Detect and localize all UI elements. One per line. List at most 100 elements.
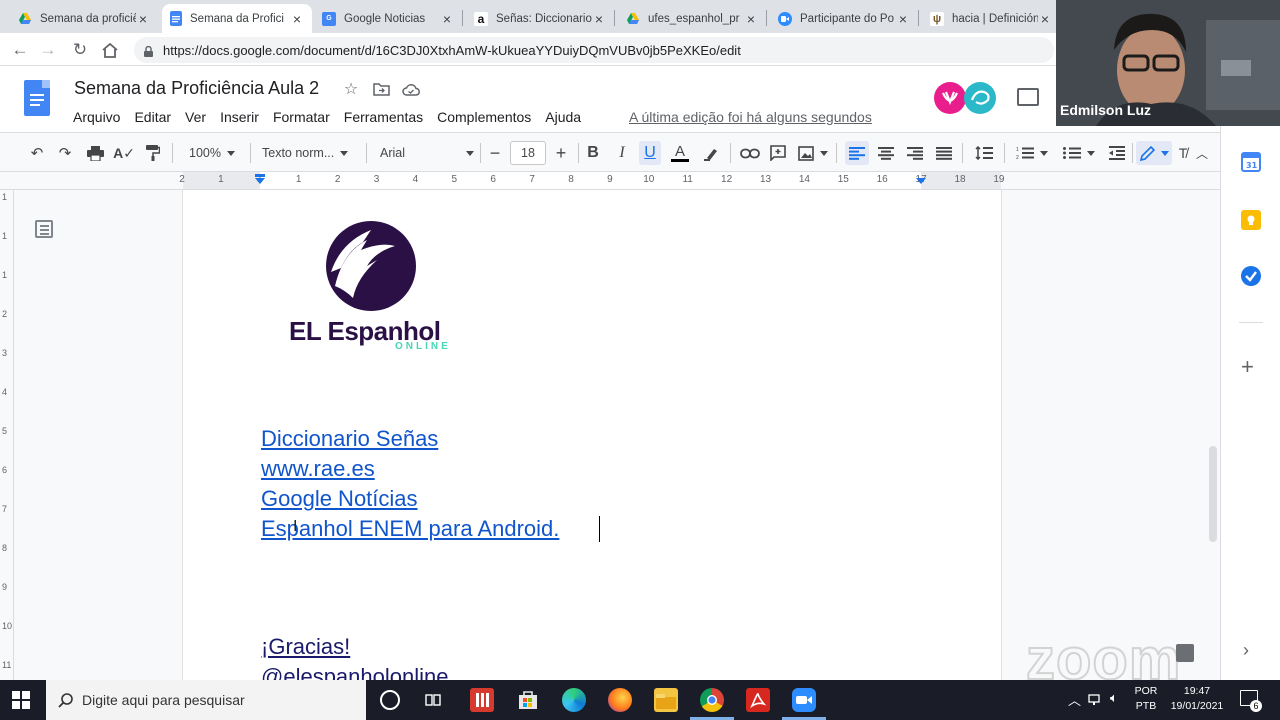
- tab-google-noticias[interactable]: G Google Noticias ×: [314, 4, 462, 33]
- align-right-icon[interactable]: [903, 141, 927, 165]
- add-addon-icon[interactable]: +: [1241, 354, 1254, 380]
- document-outline-icon[interactable]: [35, 220, 53, 238]
- keep-icon[interactable]: [1241, 210, 1261, 230]
- tasks-icon[interactable]: [1241, 266, 1261, 286]
- tab-semana-drive[interactable]: Semana da proficiê ×: [10, 4, 158, 33]
- move-folder-icon[interactable]: [372, 80, 390, 98]
- numbered-list-icon[interactable]: 12: [1012, 141, 1052, 165]
- line-spacing-icon[interactable]: [972, 141, 996, 165]
- close-icon[interactable]: ×: [744, 11, 758, 27]
- taskbar-search-input[interactable]: Digite aqui para pesquisar: [46, 680, 366, 720]
- instagram-handle-link[interactable]: @elespanholonline: [261, 664, 448, 680]
- app-icon-office[interactable]: [470, 688, 494, 712]
- close-icon[interactable]: ×: [896, 11, 910, 27]
- share-screen-icon[interactable]: [1176, 644, 1194, 662]
- insert-image-icon[interactable]: [796, 141, 830, 165]
- menu-formatar[interactable]: Formatar: [273, 109, 330, 125]
- justify-icon[interactable]: [932, 141, 956, 165]
- bold-icon[interactable]: B: [582, 141, 604, 165]
- zoom-app-icon[interactable]: [792, 688, 816, 712]
- firefox-icon[interactable]: [608, 688, 632, 712]
- url-input[interactable]: https://docs.google.com/document/d/16C3D…: [134, 37, 1054, 63]
- align-center-icon[interactable]: [874, 141, 898, 165]
- clock[interactable]: 19:47 19/01/2021: [1164, 684, 1230, 714]
- windows-start-icon[interactable]: [12, 691, 30, 709]
- close-icon[interactable]: ×: [440, 11, 454, 27]
- increase-font-size-button[interactable]: +: [550, 141, 572, 165]
- paragraph-style-dropdown[interactable]: Texto norm...: [262, 141, 358, 165]
- menu-arquivo[interactable]: Arquivo: [73, 109, 120, 125]
- close-icon[interactable]: ×: [592, 11, 606, 27]
- document-page[interactable]: EL Espanhol ONLINE Diccionario Señas www…: [183, 190, 1001, 680]
- redo-icon[interactable]: ↷: [54, 141, 76, 165]
- menu-complementos[interactable]: Complementos: [437, 109, 531, 125]
- undo-icon[interactable]: ↶: [26, 141, 48, 165]
- decrease-font-size-button[interactable]: −: [484, 141, 506, 165]
- close-icon[interactable]: ×: [290, 11, 304, 27]
- align-left-icon[interactable]: [845, 141, 869, 165]
- chevron-up-tray-icon[interactable]: ︿: [1068, 690, 1081, 709]
- editing-mode-pencil-icon[interactable]: [1136, 141, 1172, 165]
- store-icon[interactable]: [516, 688, 540, 712]
- spellcheck-icon[interactable]: A✓: [113, 141, 135, 165]
- tab-hacia-definicion[interactable]: ψ hacia | Definición ×: [922, 4, 1060, 33]
- italic-icon[interactable]: I: [611, 141, 633, 165]
- volume-icon[interactable]: 🔈︎: [1110, 690, 1118, 706]
- comment-icon[interactable]: [1017, 88, 1039, 106]
- tab-senas-diccionario[interactable]: a Señas: Diccionario ×: [466, 4, 614, 33]
- collaborator-avatar[interactable]: [934, 82, 966, 114]
- link-espanhol-enem-android[interactable]: Espanhol ENEM para Android.: [261, 516, 559, 542]
- clear-formatting-icon[interactable]: T̸: [1174, 141, 1192, 165]
- text-color-icon[interactable]: A: [668, 141, 692, 165]
- calendar-icon[interactable]: 31: [1241, 152, 1261, 172]
- paint-format-icon[interactable]: [142, 141, 164, 165]
- cortana-icon[interactable]: [380, 690, 400, 710]
- menu-ver[interactable]: Ver: [185, 109, 206, 125]
- link-rae[interactable]: www.rae.es: [261, 456, 375, 482]
- network-icon[interactable]: [1088, 692, 1104, 706]
- cloud-saved-icon[interactable]: [402, 80, 420, 98]
- chrome-icon[interactable]: [700, 688, 724, 712]
- file-explorer-icon[interactable]: [654, 688, 678, 712]
- menu-ferramentas[interactable]: Ferramentas: [344, 109, 423, 125]
- edge-icon[interactable]: [562, 688, 586, 712]
- chevron-right-icon[interactable]: ›: [1243, 640, 1249, 661]
- home-icon[interactable]: [98, 38, 122, 62]
- bulleted-list-icon[interactable]: [1059, 141, 1099, 165]
- link-icon[interactable]: [738, 141, 762, 165]
- zoom-dropdown[interactable]: 100%: [182, 141, 242, 165]
- link-diccionario-senas[interactable]: Diccionario Señas: [261, 426, 438, 452]
- chevron-up-icon[interactable]: ︿: [1194, 141, 1210, 165]
- font-family-dropdown[interactable]: Arial: [380, 141, 474, 165]
- gracias-text[interactable]: ¡Gracias!: [261, 634, 350, 660]
- collaborator-avatar[interactable]: [964, 82, 996, 114]
- reload-icon[interactable]: ↻: [68, 38, 92, 62]
- menu-editar[interactable]: Editar: [134, 109, 171, 125]
- tab-participante-zoom[interactable]: Participante do Po ×: [770, 4, 918, 33]
- back-arrow-icon[interactable]: ←: [8, 38, 32, 62]
- underline-icon[interactable]: U: [639, 141, 661, 165]
- tab-ufes-espanhol[interactable]: ufes_espanhol_pr ×: [618, 4, 766, 33]
- menu-ajuda[interactable]: Ajuda: [545, 109, 581, 125]
- right-indent-marker-icon[interactable]: [915, 174, 927, 186]
- indent-marker-icon[interactable]: [254, 174, 266, 186]
- add-comment-icon[interactable]: [767, 141, 789, 165]
- language-indicator[interactable]: POR PTB: [1132, 684, 1160, 714]
- print-icon[interactable]: [84, 141, 106, 165]
- vertical-scrollbar-thumb[interactable]: [1209, 446, 1217, 542]
- font-size-input[interactable]: 18: [510, 141, 546, 165]
- menu-inserir[interactable]: Inserir: [220, 109, 259, 125]
- close-icon[interactable]: ×: [1038, 11, 1052, 27]
- document-title[interactable]: Semana da Proficiência Aula 2: [74, 78, 319, 99]
- acrobat-icon[interactable]: [746, 688, 770, 712]
- star-icon[interactable]: ☆: [342, 80, 360, 98]
- link-google-noticias[interactable]: Google Notícias: [261, 486, 418, 512]
- tab-semana-docs[interactable]: Semana da Profici ×: [162, 4, 312, 33]
- last-edit-link[interactable]: A última edição foi há alguns segundos: [629, 109, 872, 125]
- task-view-icon[interactable]: [424, 691, 442, 709]
- forward-arrow-icon[interactable]: →: [36, 38, 60, 62]
- highlight-pen-icon[interactable]: [700, 141, 722, 165]
- close-icon[interactable]: ×: [136, 11, 150, 27]
- google-docs-logo-icon[interactable]: [24, 80, 50, 116]
- decrease-indent-icon[interactable]: [1106, 141, 1128, 165]
